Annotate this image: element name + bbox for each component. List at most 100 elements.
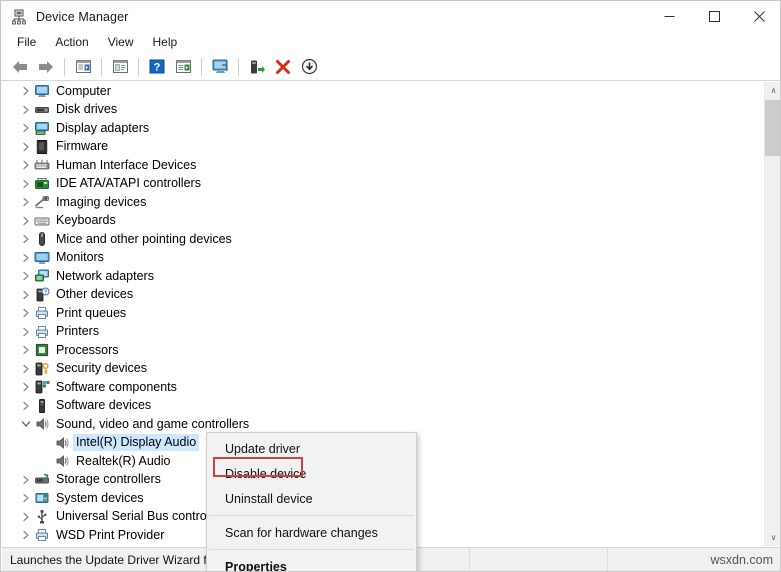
chevron-right-icon[interactable]	[18, 527, 34, 543]
display-adapter-icon	[34, 120, 50, 136]
tree-item[interactable]: Security devices	[2, 360, 759, 379]
tree-item[interactable]: Monitors	[2, 249, 759, 268]
chevron-right-icon[interactable]	[18, 361, 34, 377]
processor-icon	[34, 342, 50, 358]
usb-controller-icon	[34, 509, 50, 525]
ctx-properties[interactable]: Properties	[207, 554, 416, 572]
tree-item[interactable]: Disk drives	[2, 101, 759, 120]
tree-item[interactable]: Mice and other pointing devices	[2, 230, 759, 249]
tree-item-label: Imaging devices	[56, 195, 146, 210]
back-arrow-icon[interactable]	[8, 55, 32, 79]
chevron-right-icon[interactable]	[18, 102, 34, 118]
tree-item[interactable]: IDE ATA/ATAPI controllers	[2, 175, 759, 194]
menu-file[interactable]: File	[8, 33, 45, 52]
chevron-right-icon[interactable]	[18, 139, 34, 155]
computer-icon	[34, 83, 50, 99]
toolbar: ?	[1, 53, 781, 81]
tree-item[interactable]: Print queues	[2, 304, 759, 323]
display-device-icon[interactable]	[208, 55, 232, 79]
ctx-uninstall-device[interactable]: Uninstall device	[207, 486, 416, 511]
chevron-right-icon[interactable]	[18, 472, 34, 488]
menu-help[interactable]: Help	[144, 33, 187, 52]
tree-item[interactable]: Human Interface Devices	[2, 156, 759, 175]
chevron-right-icon[interactable]	[18, 305, 34, 321]
chevron-right-icon[interactable]	[18, 268, 34, 284]
tree-item[interactable]: Display adapters	[2, 119, 759, 138]
vertical-scrollbar[interactable]: ∧ ∨	[764, 82, 781, 546]
context-menu[interactable]: Update driverDisable deviceUninstall dev…	[206, 432, 417, 572]
forward-arrow-icon[interactable]	[34, 55, 58, 79]
chevron-right-icon[interactable]	[18, 176, 34, 192]
tree-item-label: Realtek(R) Audio	[76, 454, 171, 469]
chevron-right-icon[interactable]	[18, 509, 34, 525]
uninstall-device-icon[interactable]	[297, 55, 321, 79]
close-button[interactable]	[737, 1, 781, 32]
chevron-down-icon[interactable]	[18, 416, 34, 432]
tree-item[interactable]: ?Other devices	[2, 286, 759, 305]
properties-icon[interactable]	[108, 55, 132, 79]
tree-item-label: Print queues	[56, 306, 126, 321]
tree-item[interactable]: Keyboards	[2, 212, 759, 231]
chevron-right-icon[interactable]	[18, 231, 34, 247]
tree-item-label: Mice and other pointing devices	[56, 232, 232, 247]
ctx-scan-hardware-changes[interactable]: Scan for hardware changes	[207, 520, 416, 545]
tree-item-label: Computer	[56, 84, 111, 99]
disable-device-icon[interactable]	[271, 55, 295, 79]
security-device-icon	[34, 361, 50, 377]
ctx-update-driver[interactable]: Update driver	[207, 436, 416, 461]
window-title: Device Manager	[36, 10, 128, 24]
chevron-right-icon[interactable]	[18, 120, 34, 136]
tree-item-label: Display adapters	[56, 121, 149, 136]
chevron-right-icon[interactable]	[18, 287, 34, 303]
scroll-down-button[interactable]: ∨	[765, 529, 781, 546]
chevron-right-icon[interactable]	[18, 83, 34, 99]
disk-drive-icon	[34, 102, 50, 118]
chevron-right-icon[interactable]	[18, 379, 34, 395]
tree-item[interactable]: Network adapters	[2, 267, 759, 286]
print-queue-icon	[34, 305, 50, 321]
chevron-right-icon[interactable]	[18, 398, 34, 414]
tree-item-label: Network adapters	[56, 269, 154, 284]
device-manager-window: Device Manager File Action View Help	[0, 0, 781, 572]
show-hide-console-tree-icon[interactable]	[71, 55, 95, 79]
tree-item-label: IDE ATA/ATAPI controllers	[56, 176, 201, 191]
tree-item-label: Disk drives	[56, 102, 117, 117]
help-icon[interactable]: ?	[145, 55, 169, 79]
maximize-button[interactable]	[692, 1, 737, 32]
ide-controller-icon	[34, 176, 50, 192]
tree-item[interactable]: Processors	[2, 341, 759, 360]
printer-icon	[34, 324, 50, 340]
tree-item-label: Universal Serial Bus controllers	[56, 509, 230, 524]
update-driver-icon[interactable]	[245, 55, 269, 79]
menu-action[interactable]: Action	[46, 33, 97, 52]
tree-item-label: Software devices	[56, 398, 151, 413]
tree-item[interactable]: Sound, video and game controllers	[2, 415, 759, 434]
chevron-right-icon[interactable]	[18, 490, 34, 506]
toolbar-separator	[138, 58, 139, 76]
firmware-icon	[34, 139, 50, 155]
tree-item-label: Storage controllers	[56, 472, 161, 487]
menu-view[interactable]: View	[99, 33, 143, 52]
tree-item[interactable]: Printers	[2, 323, 759, 342]
chevron-right-icon[interactable]	[18, 342, 34, 358]
minimize-button[interactable]	[647, 1, 692, 32]
toolbar-separator	[64, 58, 65, 76]
svg-text:?: ?	[154, 62, 161, 74]
ctx-disable-device[interactable]: Disable device	[207, 461, 416, 486]
tree-item[interactable]: Software components	[2, 378, 759, 397]
display-list-icon[interactable]	[171, 55, 195, 79]
tree-item-label: Other devices	[56, 287, 133, 302]
tree-item-label: Sound, video and game controllers	[56, 417, 249, 432]
chevron-right-icon[interactable]	[18, 324, 34, 340]
chevron-right-icon[interactable]	[18, 213, 34, 229]
tree-item[interactable]: Software devices	[2, 397, 759, 416]
tree-item[interactable]: Firmware	[2, 138, 759, 157]
tree-item[interactable]: Computer	[2, 82, 759, 101]
menu-bar: File Action View Help	[1, 32, 781, 53]
chevron-right-icon[interactable]	[18, 194, 34, 210]
scroll-up-button[interactable]: ∧	[765, 82, 781, 99]
chevron-right-icon[interactable]	[18, 157, 34, 173]
scrollbar-thumb[interactable]	[765, 100, 781, 156]
chevron-right-icon[interactable]	[18, 250, 34, 266]
tree-item[interactable]: Imaging devices	[2, 193, 759, 212]
